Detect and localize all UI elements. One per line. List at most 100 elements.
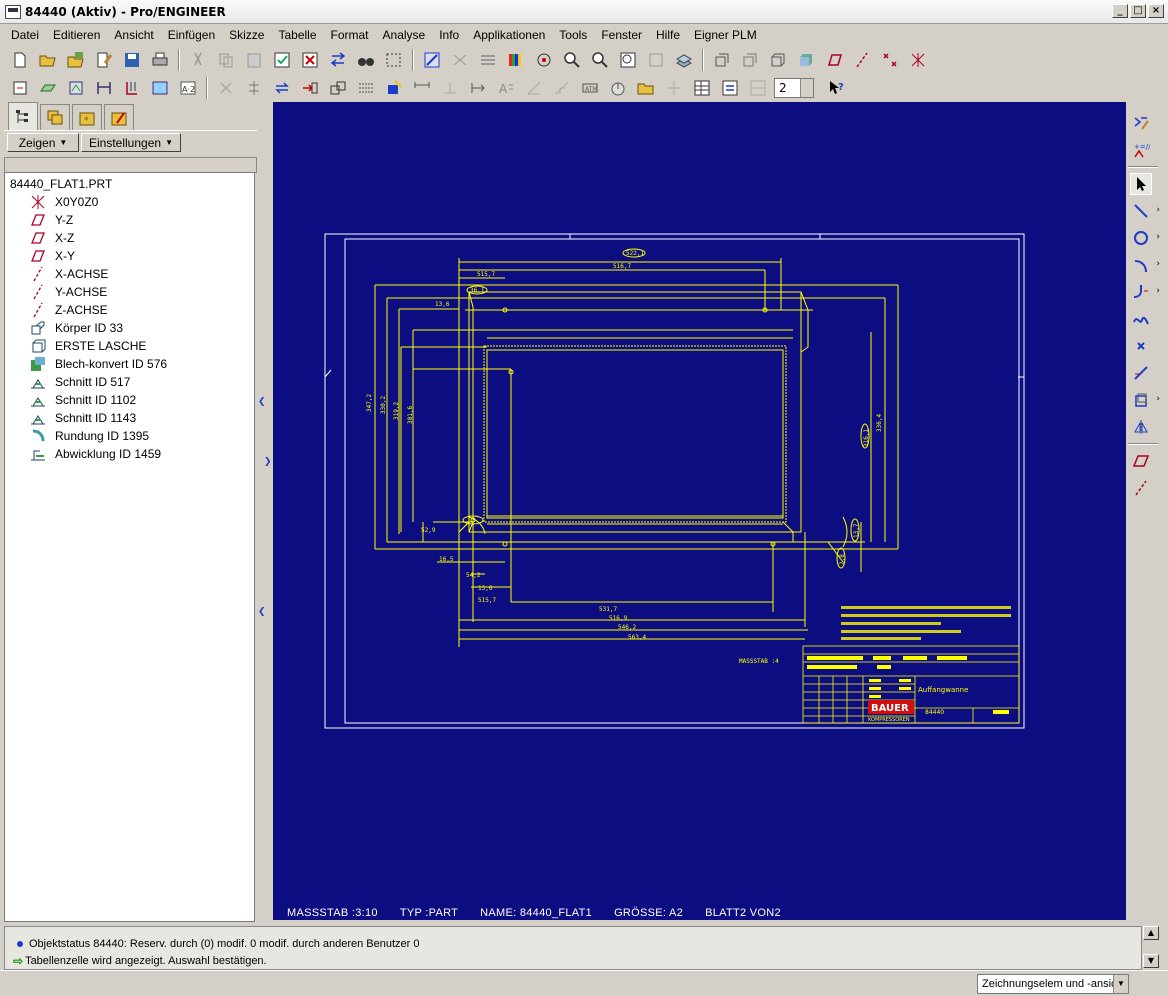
color-appearance-icon[interactable] [504,48,528,72]
menu-format[interactable]: Format [324,28,376,42]
move-to-view-icon[interactable] [298,76,322,100]
clean-dims-icon[interactable] [382,76,406,100]
tree-item[interactable]: Schnitt ID 1102 [5,391,254,409]
note-icon[interactable] [148,76,172,100]
menu-analyse[interactable]: Analyse [376,28,433,42]
balloon-icon[interactable] [662,76,686,100]
menu-ansicht[interactable]: Ansicht [107,28,160,42]
datum-planes-icon[interactable] [822,48,846,72]
table-icon[interactable] [690,76,714,100]
copy-icon[interactable] [214,48,238,72]
sketch-properties-icon[interactable] [1130,112,1152,134]
scroll-down-icon[interactable]: ▼ [1143,954,1159,968]
paste-icon[interactable] [242,48,266,72]
align-icon[interactable] [242,76,266,100]
table-lines-icon[interactable] [354,76,378,100]
mirror-tool-icon[interactable] [1130,416,1152,438]
coordinate-systems-icon[interactable] [906,48,930,72]
expand-right-icon[interactable]: ❯ [264,457,272,467]
delete-view-icon[interactable] [298,48,322,72]
tree-item[interactable]: Schnitt ID 517 [5,373,254,391]
model-view-icon[interactable] [36,76,60,100]
refit-icon[interactable] [616,48,640,72]
maximize-button[interactable]: □ [1130,4,1146,18]
delete-icon[interactable] [214,76,238,100]
jog-icon[interactable] [466,76,490,100]
menu-datei[interactable]: Datei [4,28,46,42]
regenerate-icon[interactable] [270,48,294,72]
saved-views-icon[interactable] [672,48,696,72]
datum-points-icon[interactable] [878,48,902,72]
tree-root[interactable]: 84440_FLAT1.PRT [5,175,254,193]
symbol-folder-icon[interactable] [634,76,658,100]
tree-item[interactable]: X0Y0Z0 [5,193,254,211]
drawing-sheet[interactable]: 522,1 516,7 515,7 36,1 13,6 531,7 516,9 … [273,102,1126,920]
swap-icon[interactable] [326,48,350,72]
tree-item[interactable]: X-Z [5,229,254,247]
more-icon[interactable]: › [1156,394,1160,404]
settings-dropdown[interactable]: Einstellungen ▼ [81,133,181,152]
shading-icon[interactable] [794,48,818,72]
tree-item[interactable]: Y-Z [5,211,254,229]
sketch-constraints-icon[interactable]: +=// [1130,139,1152,161]
save-icon[interactable] [120,48,144,72]
more-icon[interactable]: › [1156,232,1160,242]
datum-plane-tool-icon[interactable] [1130,450,1152,472]
menu-hilfe[interactable]: Hilfe [649,28,687,42]
chamfer-dim-icon[interactable] [550,76,574,100]
tree-item[interactable]: Schnitt ID 1143 [5,409,254,427]
help-whats-this-icon[interactable]: ? [824,76,848,100]
move-item-icon[interactable] [326,76,350,100]
arc-tool-icon[interactable]: › [1130,254,1160,276]
flip-arrows-icon[interactable] [270,76,294,100]
print-icon[interactable] [148,48,172,72]
show-annotations-icon[interactable] [64,76,88,100]
layers-display-icon[interactable] [476,48,500,72]
tab-layers[interactable] [40,104,70,130]
menu-applikationen[interactable]: Applikationen [466,28,552,42]
selection-box-icon[interactable] [382,48,406,72]
menu-tabelle[interactable]: Tabelle [271,28,323,42]
ordinate-icon[interactable] [120,76,144,100]
decimal-places-spinner[interactable]: 2 [774,78,814,98]
break-icon[interactable] [438,76,462,100]
zoom-in-icon[interactable] [560,48,584,72]
angle-dim-icon[interactable] [522,76,546,100]
tree-item[interactable]: X-Y [5,247,254,265]
spin-center-icon[interactable] [532,48,556,72]
insert-sheet-icon[interactable] [8,76,32,100]
menu-tools[interactable]: Tools [552,28,594,42]
wireframe-icon[interactable] [710,48,734,72]
datum-tag-icon[interactable]: ATM [578,76,602,100]
more-icon[interactable]: › [1156,259,1160,269]
tree-item[interactable]: Blech-konvert ID 576 [5,355,254,373]
minimize-button[interactable]: _ [1112,4,1128,18]
tab-favorites[interactable]: * [72,104,102,130]
tab-model-tree[interactable] [8,102,38,130]
open-folder-icon[interactable] [36,48,60,72]
tree-item[interactable]: X-ACHSE [5,265,254,283]
redraw-icon[interactable] [420,48,444,72]
tree-item[interactable]: Y-ACHSE [5,283,254,301]
tab-browser[interactable] [104,104,134,130]
app-icon[interactable] [5,4,21,19]
hidden-line-icon[interactable] [738,48,762,72]
point-tool-icon[interactable] [1130,335,1152,357]
update-table-icon[interactable] [718,76,742,100]
message-scrollbar[interactable]: ▲ ▼ [1143,926,1161,970]
menu-eigner-plm[interactable]: Eigner PLM [687,28,764,42]
menu-fenster[interactable]: Fenster [594,28,649,42]
model-tree[interactable]: 84440_FLAT1.PRT X0Y0Z0 Y-Z X-Z X-Y X-ACH… [4,172,255,922]
text-style-icon[interactable]: A·2 [176,76,200,100]
no-hidden-icon[interactable] [766,48,790,72]
chevron-down-icon[interactable]: ▼ [1113,975,1128,993]
reorient-icon[interactable] [644,48,668,72]
new-file-icon[interactable] [8,48,32,72]
repeat-region-icon[interactable] [746,76,770,100]
collapse-left-icon[interactable]: ❮ [258,607,266,617]
tree-item[interactable]: Z-ACHSE [5,301,254,319]
cut-icon[interactable] [186,48,210,72]
use-edge-icon[interactable] [1130,362,1152,384]
select-arrow-icon[interactable] [1130,173,1152,195]
surface-finish-icon[interactable] [606,76,630,100]
